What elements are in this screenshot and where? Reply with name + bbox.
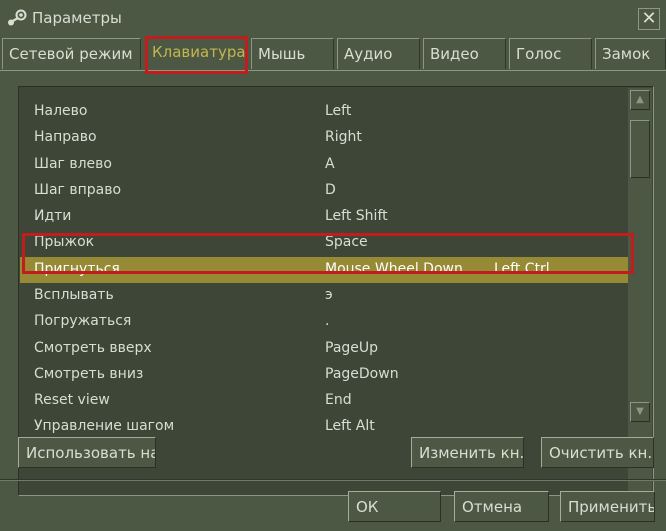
change-key-button[interactable]: Изменить кн.. bbox=[411, 437, 524, 468]
list-scrollbar[interactable]: ▲ ▼ bbox=[628, 88, 652, 494]
tab-lock[interactable]: Замок bbox=[595, 38, 666, 69]
list-item[interactable]: Reset view End bbox=[20, 388, 628, 414]
list-item[interactable]: Смотреть вверх PageUp bbox=[20, 336, 628, 362]
list-item[interactable]: Всплывать э bbox=[20, 283, 628, 309]
triangle-up-icon: ▲ bbox=[636, 94, 644, 105]
cancel-button[interactable]: Отмена bbox=[454, 491, 549, 522]
keyboard-panel: Налево Left Направо Right Шаг влево A Ша… bbox=[0, 70, 666, 531]
list-item[interactable]: Шаг вправо D bbox=[20, 178, 628, 204]
tab-audio[interactable]: Аудио bbox=[337, 38, 420, 69]
list-item[interactable]: Смотреть вниз PageDown bbox=[20, 362, 628, 388]
window-title: Параметры bbox=[32, 9, 122, 27]
apply-button[interactable]: Применить bbox=[560, 491, 655, 522]
divider bbox=[0, 479, 666, 481]
close-icon: ✕ bbox=[641, 8, 657, 29]
key-bindings-list[interactable]: Налево Left Направо Right Шаг влево A Ша… bbox=[18, 86, 654, 496]
list-item[interactable]: Идти Left Shift bbox=[20, 204, 628, 230]
tab-voice[interactable]: Голос bbox=[509, 38, 592, 69]
list-item[interactable]: Шаг влево A bbox=[20, 152, 628, 178]
list-item[interactable]: Прыжок Space bbox=[20, 230, 628, 256]
tab-mouse[interactable]: Мышь bbox=[251, 38, 334, 69]
clear-key-button[interactable]: Очистить кн.. bbox=[541, 437, 654, 468]
steam-logo-icon bbox=[8, 9, 27, 26]
tab-bar: Сетевой режим Клавиатура Мышь Аудио Виде… bbox=[0, 36, 666, 71]
scroll-up-button[interactable]: ▲ bbox=[630, 90, 650, 110]
list-item[interactable]: Направо Right bbox=[20, 125, 628, 151]
close-button[interactable]: ✕ bbox=[638, 8, 660, 30]
ok-button[interactable]: ОК bbox=[348, 491, 441, 522]
list-item-selected[interactable]: Пригнуться Mouse Wheel Down Left Ctrl bbox=[20, 257, 628, 283]
use-defaults-button[interactable]: Использовать на.. bbox=[18, 437, 156, 468]
scroll-down-button[interactable]: ▼ bbox=[630, 402, 650, 422]
list-item[interactable]: Погружаться . bbox=[20, 309, 628, 335]
triangle-down-icon: ▼ bbox=[636, 406, 644, 417]
tab-keyboard[interactable]: Клавиатура bbox=[145, 36, 247, 71]
tab-video[interactable]: Видео bbox=[423, 38, 506, 69]
title-bar: Параметры ✕ bbox=[0, 0, 666, 36]
list-item[interactable]: Налево Left bbox=[20, 99, 628, 125]
tab-network[interactable]: Сетевой режим bbox=[2, 38, 141, 69]
scroll-thumb[interactable] bbox=[630, 120, 650, 178]
